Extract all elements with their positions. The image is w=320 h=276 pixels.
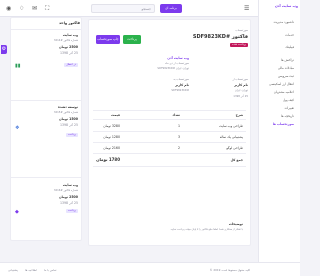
- dropbox-icon: ❖: [15, 125, 20, 131]
- company-line-2: تهران، ایران #SDF9823KD: [157, 67, 189, 70]
- sidebar-item-transfer[interactable]: انتقال ارز اسکینسی: [269, 82, 294, 86]
- sidebar-item-fibletek[interactable]: فیبلیتک: [285, 45, 294, 49]
- sidebar-item-wallet[interactable]: کیف پول: [283, 98, 294, 102]
- invoice-card: [88, 19, 251, 246]
- card-status-icon: ◆: [15, 209, 19, 215]
- invoice-title: فاکتور #SDF9823KD: [192, 34, 248, 40]
- invoice-small-label: صورتحساب: [235, 29, 248, 32]
- sidebar-item-services[interactable]: خدمات: [285, 33, 294, 37]
- footer-copyright: کلیه حقوق محفوظ است 2019 ©: [209, 268, 250, 272]
- bell-icon[interactable]: ♢: [19, 5, 24, 12]
- card-date: 25 آذر 1398: [59, 123, 78, 127]
- table-row-desc: طراحی وب سایت: [218, 124, 243, 128]
- sidebar-item-changes[interactable]: تغییرات: [285, 106, 294, 110]
- total-label: جمع کل: [230, 158, 243, 162]
- sidebar-item-transactions[interactable]: تراکنش ها: [281, 58, 294, 62]
- notes-label: توضیحات: [228, 222, 243, 226]
- footer: کلیه حقوق محفوظ است 2019 © پشتیبانی اطلا…: [0, 262, 300, 276]
- search-placeholder: جستجو: [141, 7, 151, 11]
- sidebar-item-history[interactable]: تاریخچه ها: [281, 114, 294, 118]
- card-ref: شماره فاکتور #3215: [53, 111, 78, 114]
- sidebar-item-dashboard[interactable]: داشبورد مدیریت: [274, 20, 294, 24]
- print-invoice-button[interactable]: چاپ صورتحساب: [96, 35, 120, 44]
- card-date: 25 آذر 1398: [59, 201, 78, 205]
- top-bar: ◉ ♢ ✉ ⛶ جستجو برنامه ای ☰: [0, 0, 300, 17]
- expand-icon[interactable]: ⛶: [45, 5, 49, 12]
- notes-text: با تشکر از همکاری شما. لطفا مبلغ فاکتور …: [170, 228, 243, 231]
- card-badge[interactable]: پرداخت: [65, 209, 78, 213]
- table-row-price: 2160 تومان: [103, 146, 120, 150]
- company-name: وب سایت آدن: [167, 56, 189, 60]
- to-line: #SDF9823KD: [171, 89, 189, 92]
- card-amount: 2500 تومان: [58, 45, 78, 49]
- company-line-1: صورتحساب از دی ماه: [165, 62, 189, 65]
- settings-toggle[interactable]: ⚙: [1, 45, 7, 54]
- footer-link-contact[interactable]: تماس با ما: [44, 268, 56, 272]
- card-status-icon: ▮▮: [15, 63, 21, 69]
- total-value: 1780 تومان: [96, 157, 120, 162]
- table-row-qty: 3: [177, 135, 180, 139]
- top-action-button[interactable]: برنامه ای: [160, 4, 182, 13]
- sidebar-item-finance[interactable]: مبادلات مالی: [278, 66, 294, 70]
- search-input[interactable]: جستجو: [91, 4, 155, 13]
- table-row-desc: پشتیبانی یک ساله: [219, 135, 243, 139]
- card-heading: وب سایت: [62, 33, 78, 37]
- card-badge[interactable]: در انتظار: [64, 63, 78, 67]
- table-header-desc: شرح: [235, 113, 243, 117]
- card-date: 25 آذر 1398: [59, 51, 78, 55]
- card-ref: شماره فاکتور #3216: [53, 189, 78, 192]
- card-heading: توسعه دهنده: [57, 105, 78, 109]
- to-label: صورتحساب به: [173, 78, 189, 81]
- sidebar-item-invoices[interactable]: صورتحساب ها: [273, 122, 294, 126]
- sidebar: [258, 0, 300, 276]
- to-name: نام کاربر: [175, 83, 189, 87]
- from-name: نام کاربر: [234, 83, 248, 87]
- gear-icon: ⚙: [1, 46, 7, 52]
- status-badge: پرداخت شده: [230, 43, 248, 47]
- footer-link-support[interactable]: پشتیبانی: [8, 268, 18, 272]
- footer-link-announcements[interactable]: اطلاعیه ها: [25, 268, 37, 272]
- table-row-price: 1280 تومان: [103, 135, 120, 139]
- table-row-qty: 1: [177, 124, 180, 128]
- card-amount: 2500 تومان: [58, 195, 78, 199]
- table-row-price: 3280 تومان: [103, 124, 120, 128]
- from-date: 25 آذر 1398: [233, 95, 248, 98]
- mail-icon[interactable]: ✉: [32, 5, 37, 12]
- from-line: تهران، ایران: [234, 89, 248, 92]
- table-header-qty: تعداد: [172, 113, 180, 117]
- sidebar-item-register-service[interactable]: ثبت سرویس: [278, 74, 294, 78]
- sidebar-item-announcements[interactable]: اعلامیه مشتریان: [274, 90, 294, 94]
- card-heading: وب سایت: [62, 183, 78, 187]
- from-label: صورتحساب از: [232, 78, 248, 81]
- user-icon[interactable]: ◉: [6, 5, 11, 12]
- card-amount: 1500 تومان: [58, 117, 78, 121]
- menu-icon[interactable]: ☰: [244, 5, 249, 12]
- table-row-desc: طراحی لوگو: [226, 146, 243, 150]
- pay-button[interactable]: پرداخت: [123, 35, 141, 44]
- panel-title: فاکتور واحد: [59, 21, 80, 25]
- logo: وب سایت آدن: [274, 4, 298, 8]
- table-row-qty: 2: [177, 146, 180, 150]
- card-ref: شماره فاکتور #3214: [53, 39, 78, 42]
- card-badge[interactable]: پرداخت: [65, 133, 78, 137]
- table-header-price: قیمت: [111, 113, 120, 117]
